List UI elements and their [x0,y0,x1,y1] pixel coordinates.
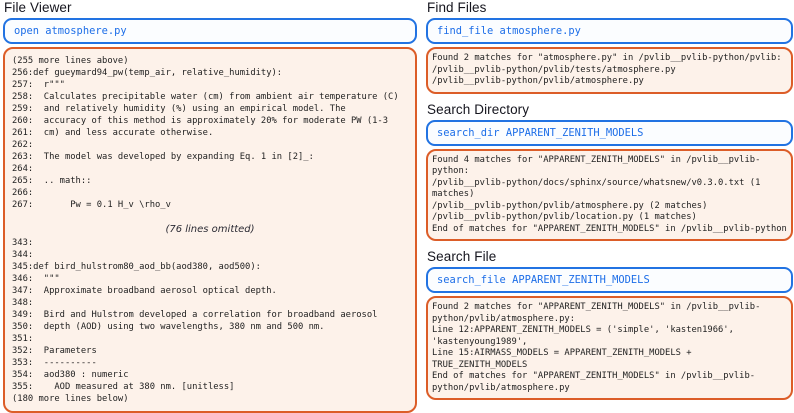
search-file-command-chip[interactable]: search_file APPARENT_ZENITH_MODELS [426,267,793,293]
file-viewer-command-text: open atmosphere.py [14,25,127,37]
file-viewer-command-chip[interactable]: open atmosphere.py [3,18,417,44]
find-files-command-text: find_file atmosphere.py [437,25,581,37]
code-lines-top: (255 more lines above) 256:def gueymard9… [12,55,408,211]
search-file-title: Search File [427,250,793,264]
file-viewer-title: File Viewer [4,1,417,15]
tool-panels: File Viewer open atmosphere.py (255 more… [0,0,794,413]
code-lines-bottom: 343: 344: 345:def bird_hulstrom80_aod_bb… [12,237,408,405]
search-file-output-text: Found 2 matches for "APPARENT_ZENITH_MOD… [432,302,789,394]
find-files-title: Find Files [427,1,793,15]
omitted-lines-note: (76 lines omitted) [12,224,408,236]
search-file-output: Found 2 matches for "APPARENT_ZENITH_MOD… [426,296,793,400]
search-panels-column: Find Files find_file atmosphere.py Found… [426,0,793,413]
search-directory-command-text: search_dir APPARENT_ZENITH_MODELS [437,127,643,139]
search-directory-output-text: Found 4 matches for "APPARENT_ZENITH_MOD… [432,155,789,236]
search-file-command-text: search_file APPARENT_ZENITH_MODELS [437,274,650,286]
find-files-output-text: Found 2 matches for "atmosphere.py" in /… [432,53,789,88]
search-directory-title: Search Directory [427,103,793,117]
find-files-output: Found 2 matches for "atmosphere.py" in /… [426,47,793,94]
find-files-command-chip[interactable]: find_file atmosphere.py [426,18,793,44]
file-viewer-output: (255 more lines above) 256:def gueymard9… [3,47,417,413]
file-viewer-panel: File Viewer open atmosphere.py (255 more… [3,0,417,413]
search-directory-command-chip[interactable]: search_dir APPARENT_ZENITH_MODELS [426,120,793,146]
search-directory-output: Found 4 matches for "APPARENT_ZENITH_MOD… [426,149,793,242]
